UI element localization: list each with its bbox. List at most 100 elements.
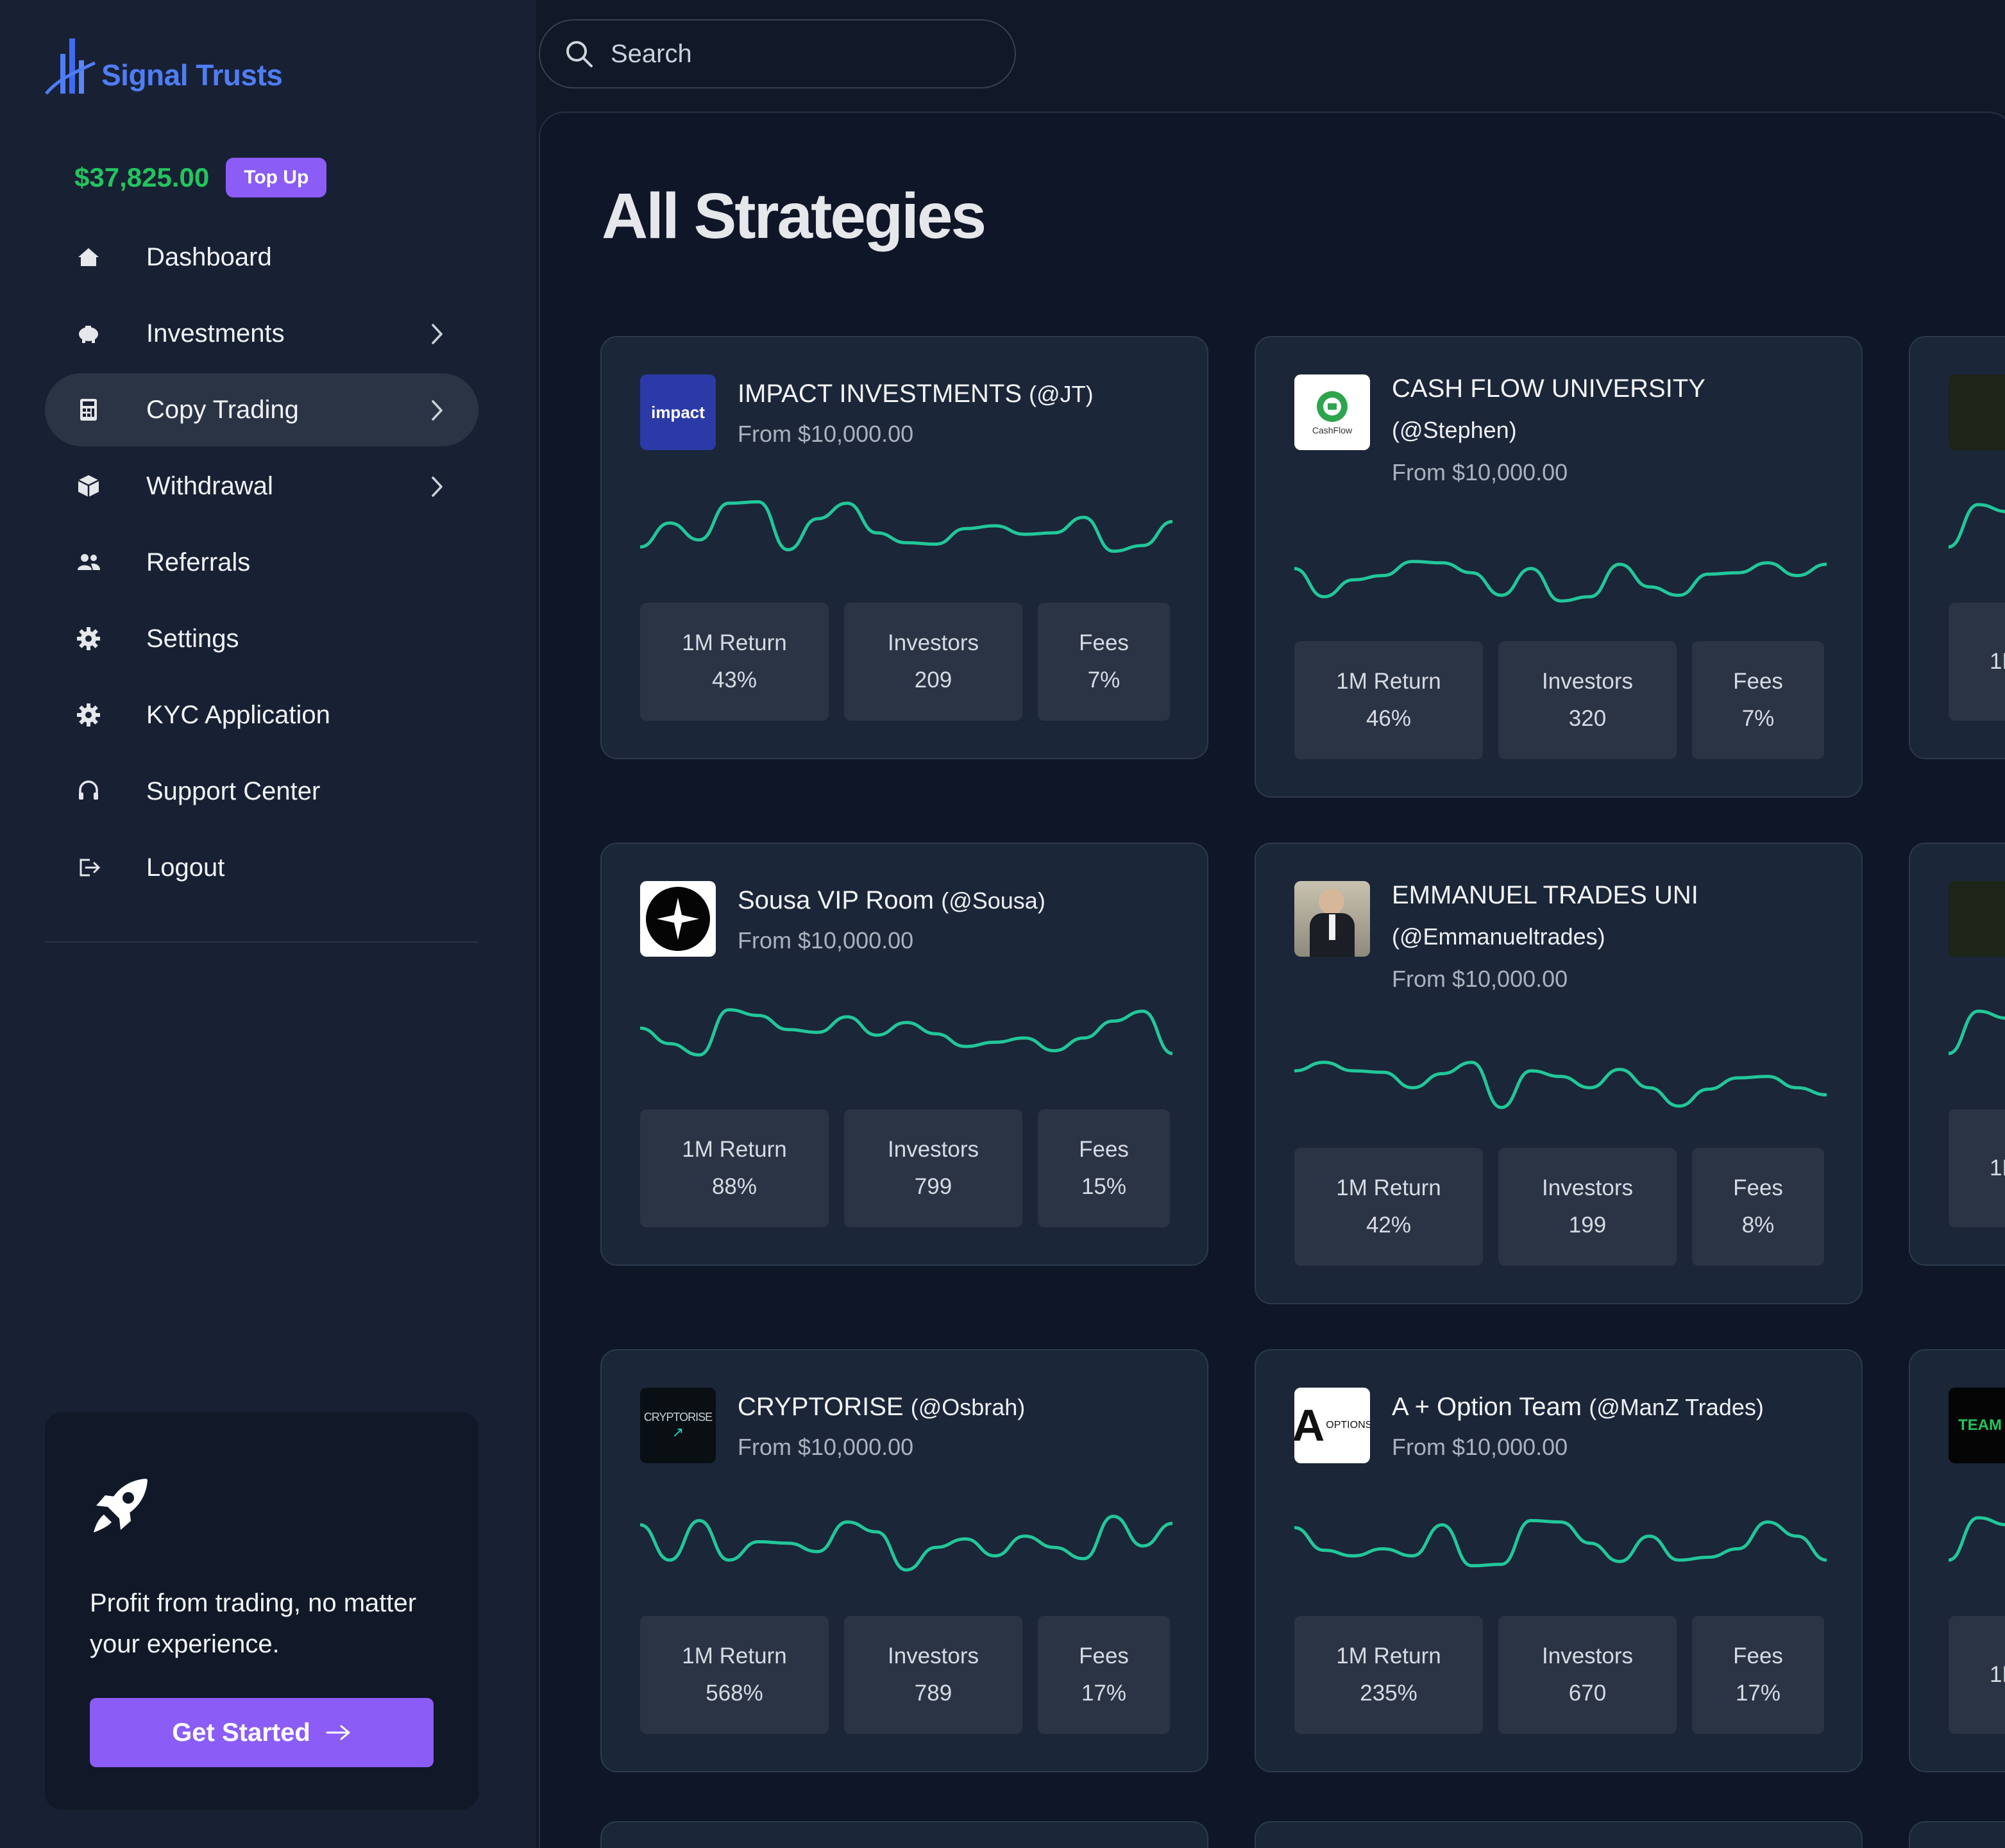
app-logo[interactable]: Signal Trusts (45, 35, 283, 96)
stat-label: 1M Return (1336, 1643, 1441, 1668)
performance-sparkline (1949, 503, 2005, 549)
strategy-card-peek[interactable] (600, 1821, 1208, 1848)
strategy-card-partial[interactable]: 1M (1909, 336, 2005, 759)
strategy-min-investment: From $10,000.00 (738, 927, 914, 953)
strategy-title[interactable]: IMPACT INVESTMENTS (@JT) (738, 373, 1094, 415)
stat-value: 320 (1568, 706, 1607, 731)
strategy-handle: (@ManZ Trades) (1589, 1394, 1764, 1420)
performance-sparkline (640, 500, 1172, 553)
performance-sparkline (1949, 1516, 2005, 1562)
search-bar[interactable] (539, 19, 1016, 88)
balance-row: $37,825.00 Top Up (74, 158, 327, 197)
strategy-card[interactable]: CRYPTORISE ↗ CRYPTORISE (@Osbrah) From $10,… (600, 1349, 1208, 1772)
sidebar-divider (45, 941, 478, 943)
strategy-name: IMPACT INVESTMENTS (738, 380, 1022, 408)
performance-sparkline (1294, 1518, 1827, 1568)
strategy-card-partial[interactable]: 1M (1909, 843, 2005, 1266)
stat-label: Fees (1733, 1643, 1783, 1668)
get-started-label: Get Started (172, 1718, 310, 1747)
stat-value: 670 (1568, 1681, 1607, 1706)
strategy-min-investment: From $10,000.00 (738, 1434, 914, 1460)
stat-value: 789 (914, 1681, 952, 1706)
strategy-card[interactable]: impact IMPACT INVESTMENTS (@JT) From $10,0… (600, 336, 1208, 759)
gear-icon (74, 701, 103, 729)
strategy-card[interactable]: EMMANUEL TRADES UNI (@Emmanueltrades) Fro… (1255, 843, 1863, 1304)
stat-investors: Investors 199 (1498, 1148, 1677, 1266)
aoptions-logo: A OPTIONS (1294, 1388, 1370, 1463)
strategy-stats: 1M Return 88% Investors 799 Fees 15% (640, 1109, 1170, 1227)
logout-icon (74, 853, 103, 882)
stat-1m-return: 1M (1949, 1616, 2005, 1734)
stat-fees: Fees 7% (1038, 603, 1170, 721)
stat-value: 209 (914, 668, 952, 693)
chevron-right-icon (430, 398, 445, 426)
performance-sparkline (1294, 560, 1827, 603)
stat-label: 1M Return (682, 1137, 787, 1162)
strategy-title[interactable]: CRYPTORISE (@Osbrah) (738, 1386, 1025, 1428)
promo-text: Profit from trading, no matter your expe… (90, 1589, 417, 1658)
strategy-title[interactable]: Sousa VIP Room (@Sousa) (738, 880, 1045, 921)
top-up-button[interactable]: Top Up (226, 158, 327, 197)
stat-label: Investors (888, 1643, 979, 1668)
sidebar-item-label: Settings (146, 624, 239, 653)
strategy-logo-text: TEAM 2 (1958, 1416, 2005, 1434)
search-icon (566, 41, 593, 67)
sidebar-item-logout[interactable]: Logout (45, 831, 478, 904)
main-panel: All Strategies impact IMPACT INVESTMENTS … (539, 112, 2005, 1848)
users-icon (74, 548, 103, 576)
strategy-handle: (@Stephen) (1392, 417, 1517, 443)
rocket-icon (94, 1479, 148, 1533)
strategy-title[interactable]: CASH FLOW UNIVERSITY (@Stephen) (1392, 368, 1828, 451)
stat-value: 199 (1568, 1213, 1607, 1238)
box-icon (74, 472, 103, 500)
stat-label: Fees (1079, 1137, 1129, 1162)
stat-value: 799 (914, 1174, 952, 1199)
sidebar-item-withdrawal[interactable]: Withdrawal (45, 449, 478, 523)
stat-label: Fees (1733, 1175, 1783, 1200)
sidebar-item-investments[interactable]: Investments (45, 297, 478, 370)
stat-fees: Fees 15% (1038, 1109, 1170, 1227)
strategy-card[interactable]: CashFlow CASH FLOW UNIVERSITY (@Stephen) F… (1255, 336, 1863, 798)
strategy-card[interactable]: Sousa VIP Room (@Sousa) From $10,000.00 1M… (600, 843, 1208, 1266)
sidebar-item-referrals[interactable]: Referrals (45, 526, 478, 599)
sidebar-item-label: KYC Application (146, 700, 330, 729)
stat-investors: Investors 670 (1498, 1616, 1677, 1734)
promo-card: Profit from trading, no matter your expe… (45, 1412, 478, 1810)
strategy-card-partial[interactable]: TEAM 2 1M (1909, 1349, 2005, 1772)
sidebar-item-support-center[interactable]: Support Center (45, 755, 478, 828)
app-name: Signal Trusts (101, 58, 283, 92)
strategy-title[interactable]: A + Option Team (@ManZ Trades) (1392, 1386, 1764, 1428)
strategy-name: A + Option Team (1392, 1393, 1582, 1421)
strategy-stats: 1M (1949, 1616, 2005, 1734)
strategy-stats: 1M Return 568% Investors 789 Fees 17% (640, 1616, 1170, 1734)
stat-investors: Investors 320 (1498, 641, 1677, 759)
sidebar-item-copy-trading[interactable]: Copy Trading (45, 373, 478, 446)
stat-value: 7% (1741, 706, 1775, 731)
sidebar-item-dashboard[interactable]: Dashboard (45, 221, 478, 294)
stat-value: 7% (1087, 668, 1121, 693)
stat-label: 1M Return (1336, 1175, 1441, 1200)
strategy-title[interactable]: EMMANUEL TRADES UNI (@Emmanueltrades) (1392, 875, 1828, 957)
sidebar-item-settings[interactable]: Settings (45, 602, 478, 675)
stat-value: 17% (1081, 1681, 1127, 1706)
sidebar-item-label: Investments (146, 319, 285, 348)
search-input[interactable] (611, 39, 995, 69)
stat-fees: Fees 7% (1692, 641, 1824, 759)
strategy-handle: (@Osbrah) (910, 1394, 1026, 1420)
strategy-handle: (@Sousa) (941, 887, 1045, 914)
sidebar-item-kyc-application[interactable]: KYC Application (45, 678, 478, 752)
strategy-card[interactable]: A OPTIONS A + Option Team (@ManZ Trades) Fr… (1255, 1349, 1863, 1772)
stat-value: 88% (711, 1174, 757, 1199)
stat-label: 1M Return (682, 1643, 787, 1668)
strategy-stats: 1M (1949, 1109, 2005, 1227)
home-icon (74, 243, 103, 271)
strategy-min-investment: From $10,000.00 (1392, 1434, 1568, 1460)
stat-1m-return: 1M (1949, 603, 2005, 721)
stat-label: Investors (1542, 669, 1633, 694)
stat-label: 1M Return (682, 630, 787, 655)
strategy-card-peek[interactable] (1909, 1821, 2005, 1848)
strategy-card-peek[interactable] (1255, 1821, 1863, 1848)
sidebar-item-label: Copy Trading (146, 395, 299, 424)
get-started-button[interactable]: Get Started (90, 1698, 434, 1767)
strategy-stats: 1M Return 42% Investors 199 Fees 8% (1294, 1148, 1824, 1266)
